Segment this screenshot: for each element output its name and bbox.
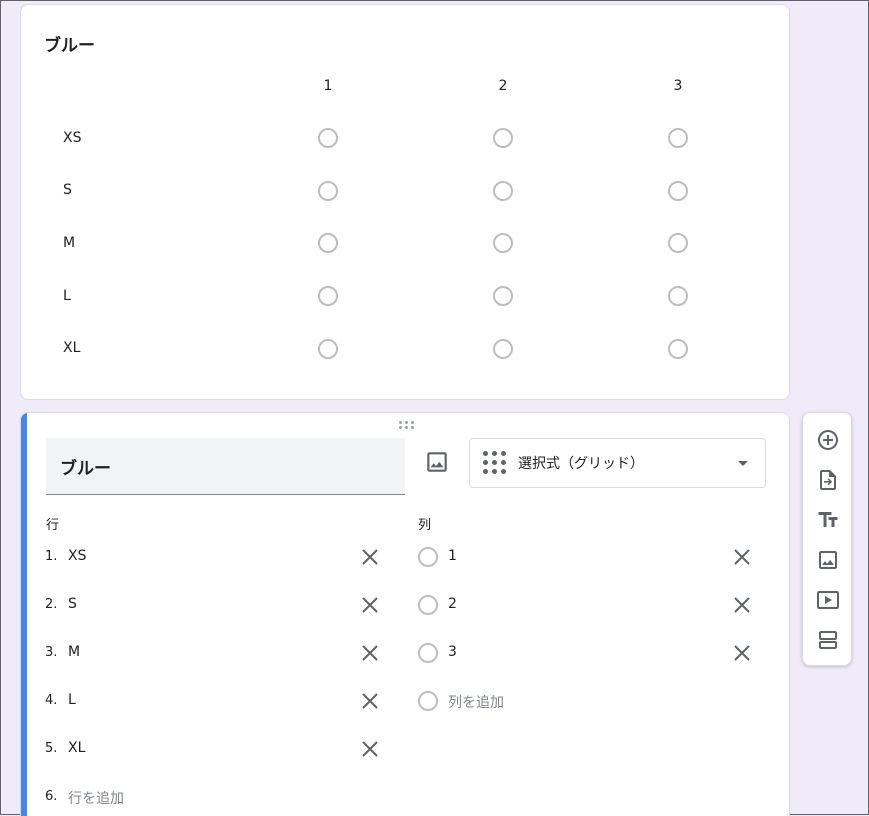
remove-column-icon[interactable] — [732, 595, 752, 615]
grid-radio[interactable] — [318, 286, 338, 306]
drag-handle-icon[interactable] — [399, 421, 415, 431]
remove-column-icon[interactable] — [732, 643, 752, 663]
row-number: 6. — [45, 789, 58, 804]
grid-radio[interactable] — [318, 339, 338, 359]
grid-radio[interactable] — [493, 286, 513, 306]
floating-toolbar — [802, 412, 852, 666]
row-number: 3. — [45, 645, 58, 660]
question-title-input[interactable]: ブルー — [46, 438, 405, 495]
row-number: 1. — [45, 549, 58, 564]
grid-column-header: 1 — [323, 78, 333, 94]
add-image-icon[interactable] — [816, 548, 840, 572]
row-option-input[interactable]: L — [68, 692, 76, 708]
add-column-button[interactable]: 列を追加 — [448, 692, 504, 712]
grid-row-label: M — [63, 235, 76, 251]
question-editor-card[interactable]: ブルー 選択式（グリッド） 行 列 1. XS 2. S 3. M 4. L 5… — [20, 412, 790, 816]
grid-radio[interactable] — [493, 339, 513, 359]
grid-radio[interactable] — [668, 128, 688, 148]
grid-row-label: XL — [63, 340, 81, 356]
preview-question-card: ブルー 1 2 3 XS S M L XL — [20, 4, 790, 400]
row-option-input[interactable]: M — [68, 644, 80, 660]
row-number: 2. — [45, 597, 58, 612]
remove-row-icon[interactable] — [360, 739, 380, 759]
column-radio-icon — [418, 595, 438, 615]
grid-radio[interactable] — [668, 286, 688, 306]
grid-radio[interactable] — [493, 233, 513, 253]
grid-row-label: XS — [63, 130, 82, 146]
add-section-icon[interactable] — [816, 628, 840, 652]
grid-column-header: 2 — [498, 78, 508, 94]
chevron-down-icon — [738, 461, 748, 466]
rows-heading: 行 — [46, 518, 60, 533]
row-option-input[interactable]: XS — [68, 548, 86, 564]
row-number: 5. — [45, 741, 58, 756]
grid-radio[interactable] — [318, 128, 338, 148]
grid-radio[interactable] — [668, 233, 688, 253]
grid-row-label: L — [63, 288, 71, 304]
import-questions-icon[interactable] — [816, 468, 840, 492]
remove-column-icon[interactable] — [732, 547, 752, 567]
columns-heading: 列 — [418, 518, 432, 533]
row-option-input[interactable]: XL — [68, 740, 85, 756]
grid-row-label: S — [63, 182, 72, 198]
active-card-accent — [21, 413, 27, 816]
grid-icon — [483, 451, 507, 475]
grid-column-header: 3 — [673, 78, 683, 94]
grid-radio[interactable] — [668, 181, 688, 201]
question-type-label: 選択式（グリッド） — [518, 456, 644, 472]
column-radio-icon — [418, 643, 438, 663]
column-radio-icon — [418, 547, 438, 567]
add-row-button[interactable]: 行を追加 — [68, 788, 124, 808]
add-title-icon[interactable] — [816, 508, 840, 532]
add-video-icon[interactable] — [816, 588, 840, 612]
column-option-input[interactable]: 1 — [448, 548, 457, 564]
row-option-input[interactable]: S — [68, 596, 77, 612]
preview-question-title: ブルー — [44, 36, 95, 56]
column-option-input[interactable]: 2 — [448, 596, 457, 612]
add-image-icon[interactable] — [424, 449, 450, 475]
column-option-input[interactable]: 3 — [448, 644, 457, 660]
row-number: 4. — [45, 693, 58, 708]
grid-radio[interactable] — [318, 233, 338, 253]
grid-radio[interactable] — [493, 181, 513, 201]
grid-radio[interactable] — [493, 128, 513, 148]
column-radio-icon — [418, 691, 438, 711]
question-type-select[interactable]: 選択式（グリッド） — [469, 438, 766, 488]
remove-row-icon[interactable] — [360, 691, 380, 711]
question-title-text: ブルー — [60, 459, 111, 479]
grid-radio[interactable] — [668, 339, 688, 359]
add-question-icon[interactable] — [816, 428, 840, 452]
remove-row-icon[interactable] — [360, 595, 380, 615]
remove-row-icon[interactable] — [360, 547, 380, 567]
remove-row-icon[interactable] — [360, 643, 380, 663]
grid-radio[interactable] — [318, 181, 338, 201]
